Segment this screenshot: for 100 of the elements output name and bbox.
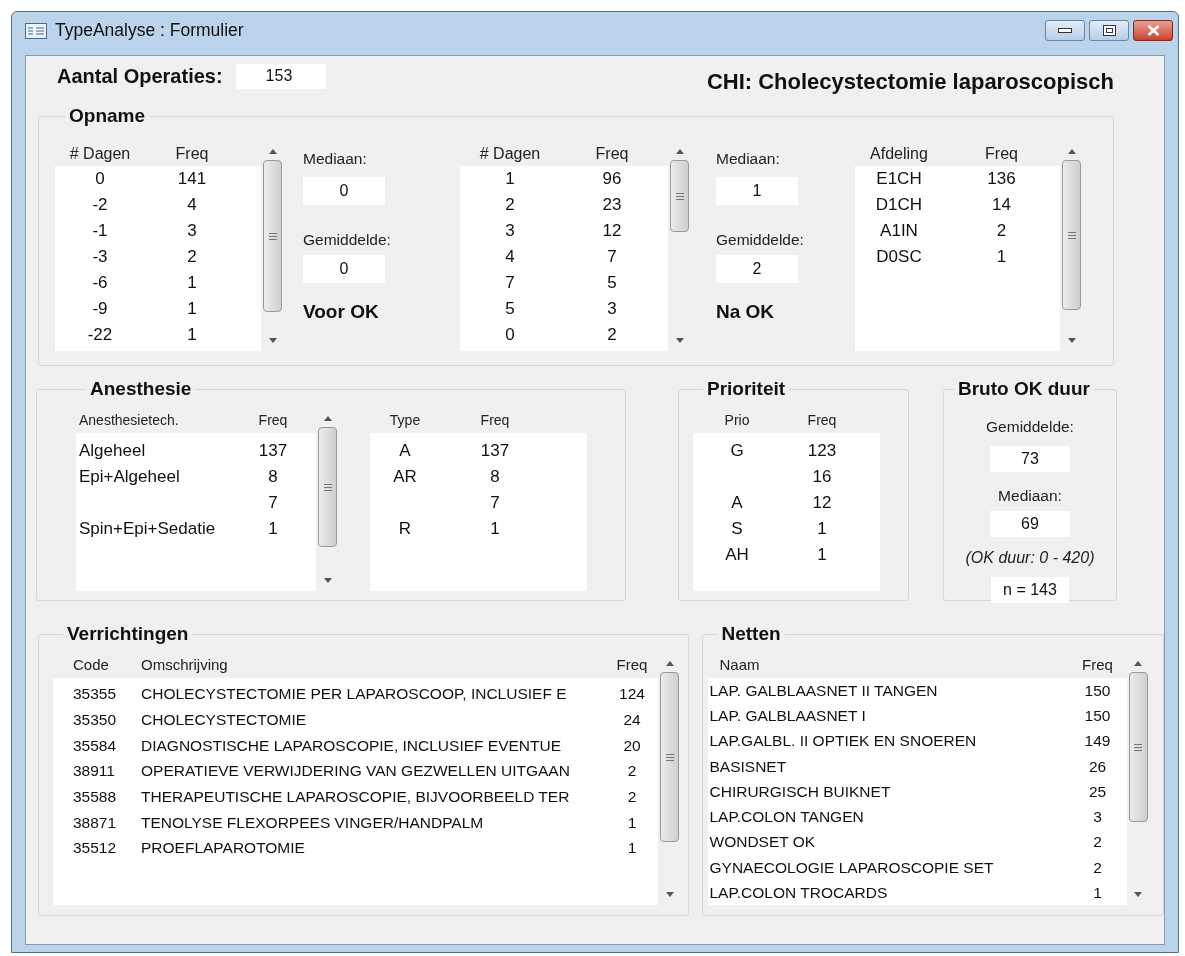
close-button[interactable] bbox=[1133, 20, 1173, 41]
list-cell-text: -22 bbox=[86, 324, 114, 347]
list-cell-text: 0 bbox=[504, 324, 516, 347]
grip-icon bbox=[323, 483, 332, 491]
scroll-thumb[interactable] bbox=[1128, 672, 1148, 822]
column-header: Omschrijving bbox=[141, 655, 229, 676]
list-cell-text: 2 bbox=[1092, 832, 1103, 853]
list-cell-text: Spin+Epi+Sedatie bbox=[79, 518, 217, 541]
group-title: Prioriteit bbox=[706, 378, 787, 400]
column-header: Anesthesietech. bbox=[79, 411, 180, 430]
scroll-thumb[interactable] bbox=[670, 160, 689, 232]
close-icon bbox=[1146, 25, 1160, 36]
list-cell-text: 1 bbox=[626, 812, 638, 833]
scroll-up-icon[interactable] bbox=[675, 149, 684, 154]
grip-icon bbox=[1067, 231, 1076, 239]
column-header: Afdeling bbox=[869, 143, 929, 164]
scroll-down-icon[interactable] bbox=[665, 892, 674, 897]
list-cell-text: -1 bbox=[91, 220, 109, 243]
scroll-up-icon[interactable] bbox=[323, 416, 332, 421]
list-cell-text: 137 bbox=[257, 440, 289, 463]
median-label: Mediaan: bbox=[998, 486, 1062, 506]
list-cell-text: AH bbox=[724, 544, 750, 567]
scroll-thumb[interactable] bbox=[660, 672, 679, 842]
minimize-button[interactable] bbox=[1045, 20, 1085, 41]
restore-icon bbox=[1102, 25, 1116, 36]
list-cell-text: 25 bbox=[1087, 781, 1108, 802]
list-cell-text: GYNAECOLOGIE LAPAROSCOPIE SET bbox=[709, 857, 995, 878]
list-cell-text: 23 bbox=[601, 194, 623, 217]
list-cell-text: LAP.COLON TANGEN bbox=[709, 807, 865, 828]
list-cell-text: LAP. GALBLAASNET I bbox=[709, 706, 867, 727]
list-box[interactable]: G 123 16 A 12 S 1 AH 1 bbox=[693, 433, 880, 591]
value-field: 0 bbox=[303, 255, 385, 283]
list-box[interactable]: E1CH 136 D1CH 14 A1IN 2 D0SC 1 bbox=[855, 166, 1060, 351]
list-cell-text: 35584 bbox=[73, 735, 118, 756]
list-cell-text: 2 bbox=[504, 194, 516, 217]
list-cell-text: 1 bbox=[267, 518, 279, 541]
list-cell-text: 26 bbox=[1087, 756, 1108, 777]
list-cell-text: E1CH bbox=[875, 168, 923, 191]
scroll-thumb[interactable] bbox=[263, 160, 282, 312]
column-header: Freq bbox=[479, 411, 511, 430]
column-header: # Dagen bbox=[478, 143, 542, 164]
list-cell-text: BASISNET bbox=[709, 756, 788, 777]
list-cell-text: -3 bbox=[91, 246, 109, 269]
list-cell-text: 2 bbox=[606, 324, 618, 347]
list-cell-text: CHOLECYSTECTOMIE bbox=[141, 709, 308, 730]
list-cell-text: 124 bbox=[618, 684, 646, 705]
scroll-up-icon[interactable] bbox=[1134, 661, 1142, 666]
scroll-down-icon[interactable] bbox=[1067, 338, 1076, 343]
scroll-down-icon[interactable] bbox=[323, 578, 332, 583]
scroll-up-icon[interactable] bbox=[1067, 149, 1076, 154]
list-cell-text: 2 bbox=[626, 786, 638, 807]
scroll-up-icon[interactable] bbox=[665, 661, 674, 666]
scroll-down-icon[interactable] bbox=[268, 338, 277, 343]
list-cell-text: -9 bbox=[91, 298, 109, 321]
list-cell-text: 35350 bbox=[73, 709, 118, 730]
list-cell-text: 35355 bbox=[73, 684, 118, 705]
list-cell-text: A bbox=[398, 440, 412, 463]
list-cell-text: 1 bbox=[995, 246, 1008, 269]
window-title: TypeAnalyse : Formulier bbox=[55, 19, 244, 43]
list-cell-text: -6 bbox=[91, 272, 109, 295]
list-box[interactable]: 1 96 2 23 3 12 4 7 7 5 5 3 0 2 bbox=[460, 166, 668, 351]
scroll-up-icon[interactable] bbox=[268, 149, 277, 154]
list-cell-text: 20 bbox=[622, 735, 642, 756]
scroll-down-icon[interactable] bbox=[675, 338, 684, 343]
group-title: Anesthesie bbox=[89, 378, 193, 400]
list-cell-text: 3 bbox=[606, 298, 618, 321]
list-cell-text: A1IN bbox=[879, 220, 919, 243]
procedure-heading: CHI: Cholecystectomie laparoscopisch bbox=[706, 67, 1114, 96]
scroll-thumb[interactable] bbox=[1062, 160, 1081, 310]
list-cell-text: S bbox=[730, 518, 744, 541]
list-cell-text: D0SC bbox=[875, 246, 923, 269]
list-cell-text: 1 bbox=[489, 518, 501, 541]
list-box[interactable]: Algeheel 137 Epi+Algeheel 8 7 Spin+Epi+Sedatie 1 bbox=[76, 433, 316, 591]
group-title: Netten bbox=[720, 623, 782, 645]
column-header: Freq bbox=[984, 143, 1019, 164]
list-cell-text: AR bbox=[392, 466, 418, 489]
stats-caption: Voor OK bbox=[303, 300, 380, 324]
scroll-thumb[interactable] bbox=[318, 427, 337, 547]
column-header: Type bbox=[388, 411, 422, 430]
value-field: n = 143 bbox=[991, 577, 1069, 603]
list-cell-text: 0 bbox=[94, 168, 106, 191]
list-cell-text: Algeheel bbox=[79, 440, 147, 463]
list-cell-text: 1 bbox=[186, 298, 198, 321]
list-cell-text: 4 bbox=[186, 194, 198, 217]
scroll-down-icon[interactable] bbox=[1134, 892, 1142, 897]
list-cell-text: CHIRURGISCH BUIKNET bbox=[709, 781, 892, 802]
list-box[interactable]: A 137 AR 8 7 R 1 bbox=[370, 433, 587, 591]
list-cell-text: -2 bbox=[91, 194, 109, 217]
median-label: Mediaan: bbox=[303, 149, 368, 169]
mean-label: Gemiddelde: bbox=[986, 417, 1074, 437]
list-cell-text: 1 bbox=[1092, 882, 1103, 903]
value-field: 2 bbox=[716, 255, 798, 283]
list-cell-text: LAP.GALBL. II OPTIEK EN SNOEREN bbox=[709, 731, 978, 752]
list-cell-text: 35512 bbox=[73, 838, 118, 859]
list-cell-text: 7 bbox=[504, 272, 516, 295]
maximize-button[interactable] bbox=[1089, 20, 1129, 41]
list-box[interactable]: 0 141 -2 4 -1 3 -3 2 -6 1 -9 1 -22 1 bbox=[55, 166, 261, 351]
list-cell-text: 1 bbox=[816, 518, 828, 541]
list-cell-text: D1CH bbox=[874, 194, 924, 217]
operations-field[interactable]: 153 bbox=[235, 63, 326, 89]
